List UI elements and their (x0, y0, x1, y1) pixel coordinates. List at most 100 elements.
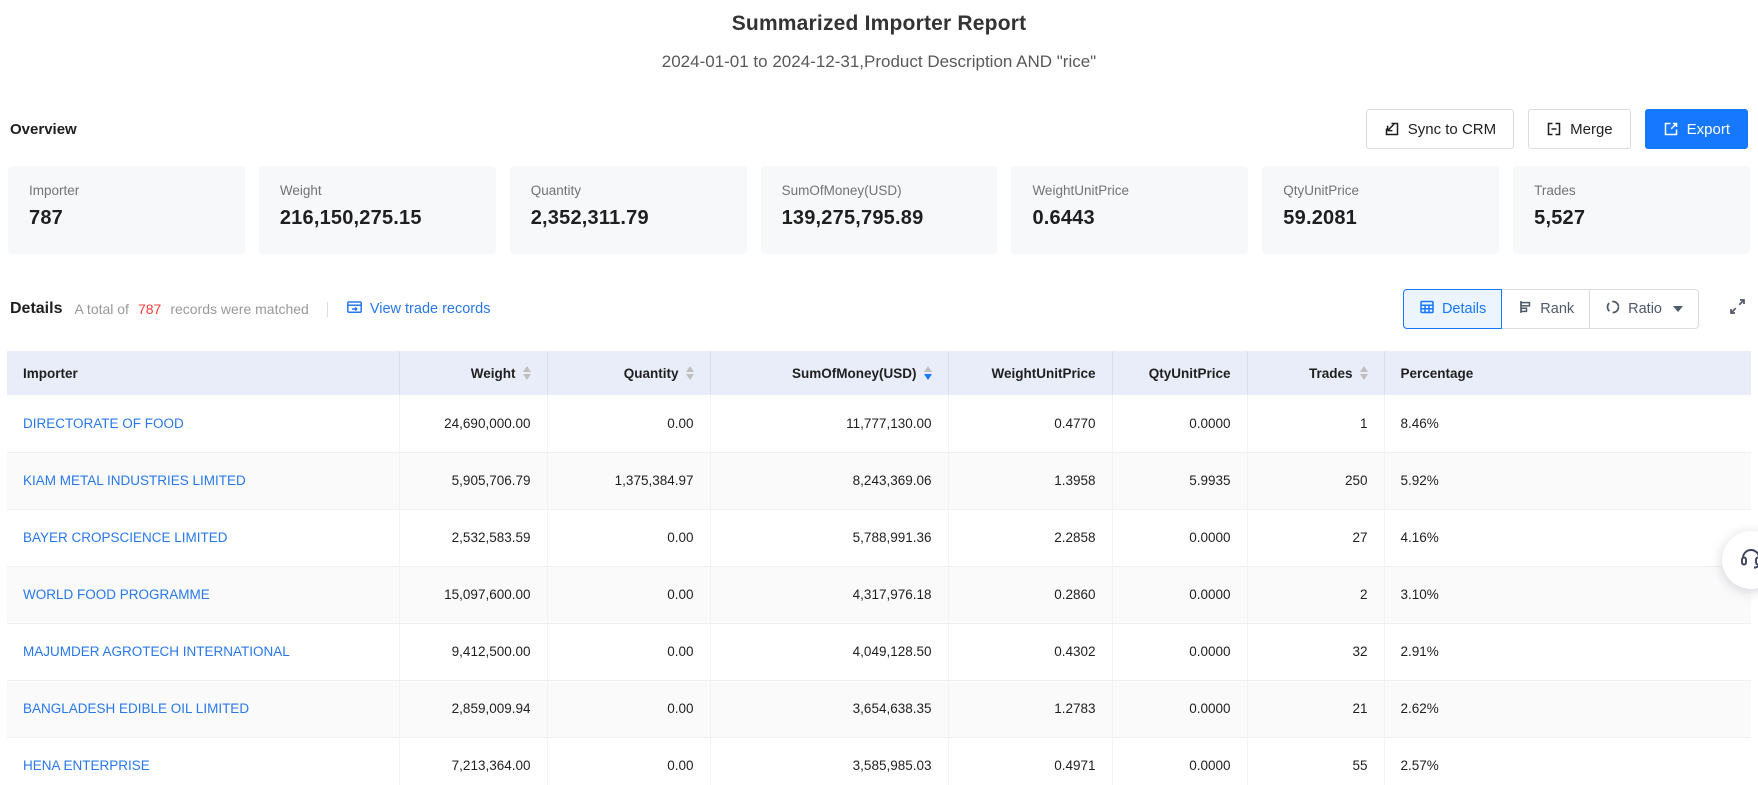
cell-percentage: 2.57% (1384, 737, 1751, 785)
export-label: Export (1687, 121, 1730, 138)
cell-quantity: 0.00 (547, 509, 710, 566)
rank-bars-icon (1517, 299, 1533, 319)
tab-details-label: Details (1442, 301, 1486, 317)
merge-icon (1546, 121, 1562, 137)
cell-importer: WORLD FOOD PROGRAMME (7, 566, 399, 623)
cell-importer: MAJUMDER AGROTECH INTERNATIONAL (7, 623, 399, 680)
cell-sum_of_money_usd: 3,654,638.35 (710, 680, 948, 737)
cell-quantity: 0.00 (547, 566, 710, 623)
importer-link[interactable]: DIRECTORATE OF FOOD (23, 416, 184, 431)
column-header-weight[interactable]: Weight (399, 351, 547, 395)
tab-ratio-label: Ratio (1628, 301, 1662, 317)
cell-weight_unit_price: 2.2858 (948, 509, 1112, 566)
column-header-percentage: Percentage (1384, 351, 1751, 395)
cell-weight: 15,097,600.00 (399, 566, 547, 623)
stat-card-trades: Trades 5,527 (1513, 166, 1750, 254)
sort-icon (523, 366, 531, 380)
table-row: KIAM METAL INDUSTRIES LIMITED 5,905,706.7… (7, 452, 1751, 509)
cell-percentage: 2.91% (1384, 623, 1751, 680)
stat-value: 139,275,795.89 (782, 207, 977, 230)
sort-icon (686, 366, 694, 380)
cell-sum_of_money_usd: 5,788,991.36 (710, 509, 948, 566)
tab-rank-label: Rank (1540, 301, 1574, 317)
export-button[interactable]: Export (1645, 109, 1748, 149)
cell-sum_of_money_usd: 3,585,985.03 (710, 737, 948, 785)
cell-importer: BAYER CROPSCIENCE LIMITED (7, 509, 399, 566)
details-heading: Details (10, 300, 62, 318)
stat-value: 5,527 (1534, 207, 1729, 230)
cell-weight: 2,532,583.59 (399, 509, 547, 566)
details-section-header: Details A total of 787 records were matc… (0, 288, 1758, 330)
view-trade-records-link[interactable]: View trade records (346, 299, 491, 320)
stat-card-weight: Weight 216,150,275.15 (259, 166, 496, 254)
divider (327, 302, 328, 317)
tab-ratio[interactable]: Ratio (1590, 289, 1699, 329)
cell-weight_unit_price: 0.4302 (948, 623, 1112, 680)
cell-trades: 2 (1247, 566, 1384, 623)
cell-weight: 5,905,706.79 (399, 452, 547, 509)
column-header-quantity[interactable]: Quantity (547, 351, 710, 395)
tab-details[interactable]: Details (1403, 289, 1502, 329)
sync-icon (1384, 121, 1400, 137)
overview-section-header: Overview Sync to CRM (0, 108, 1758, 150)
matched-count: 787 (135, 301, 164, 317)
matched-suffix: records were matched (170, 301, 309, 317)
column-header-sum-of-money[interactable]: SumOfMoney(USD) (710, 351, 948, 395)
records-matched-text: A total of 787 records were matched (74, 301, 308, 317)
cell-percentage: 8.46% (1384, 395, 1751, 452)
stat-card-qty-unit-price: QtyUnitPrice 59.2081 (1262, 166, 1499, 254)
importer-link[interactable]: KIAM METAL INDUSTRIES LIMITED (23, 473, 246, 488)
stat-value: 0.6443 (1032, 207, 1227, 230)
cell-trades: 55 (1247, 737, 1384, 785)
tab-rank[interactable]: Rank (1502, 289, 1590, 329)
overview-stat-cards: Importer 787 Weight 216,150,275.15 Quant… (0, 166, 1758, 254)
table-row: DIRECTORATE OF FOOD24,690,000.000.0011,7… (7, 395, 1751, 452)
stat-label: QtyUnitPrice (1283, 183, 1478, 198)
matched-prefix: A total of (74, 301, 128, 317)
column-header-trades[interactable]: Trades (1247, 351, 1384, 395)
importer-link[interactable]: HENA ENTERPRISE (23, 758, 150, 773)
cell-weight_unit_price: 0.2860 (948, 566, 1112, 623)
stat-label: Quantity (531, 183, 726, 198)
importer-link[interactable]: MAJUMDER AGROTECH INTERNATIONAL (23, 644, 290, 659)
importer-link[interactable]: WORLD FOOD PROGRAMME (23, 587, 210, 602)
cell-qty_unit_price: 0.0000 (1112, 509, 1247, 566)
stat-card-quantity: Quantity 2,352,311.79 (510, 166, 747, 254)
importer-table: Importer Weight Quantity SumOfMoney(USD) (7, 351, 1751, 785)
sync-to-crm-label: Sync to CRM (1408, 121, 1496, 138)
fullscreen-expand-icon (1727, 296, 1748, 322)
merge-button[interactable]: Merge (1528, 109, 1631, 149)
cell-trades: 1 (1247, 395, 1384, 452)
ratio-circle-icon (1605, 299, 1621, 319)
importer-link[interactable]: BANGLADESH EDIBLE OIL LIMITED (23, 701, 249, 716)
table-body: DIRECTORATE OF FOOD24,690,000.000.0011,7… (7, 395, 1751, 785)
table-row: BAYER CROPSCIENCE LIMITED2,532,583.590.0… (7, 509, 1751, 566)
sort-icon (1360, 366, 1368, 380)
cell-sum_of_money_usd: 11,777,130.00 (710, 395, 948, 452)
cell-weight_unit_price: 1.3958 (948, 452, 1112, 509)
stat-label: Importer (29, 183, 224, 198)
export-icon (1663, 121, 1679, 137)
cell-trades: 250 (1247, 452, 1384, 509)
cell-trades: 32 (1247, 623, 1384, 680)
cell-weight_unit_price: 1.2783 (948, 680, 1112, 737)
cell-trades: 27 (1247, 509, 1384, 566)
stat-card-weight-unit-price: WeightUnitPrice 0.6443 (1011, 166, 1248, 254)
table-row: WORLD FOOD PROGRAMME15,097,600.000.004,3… (7, 566, 1751, 623)
cell-importer: KIAM METAL INDUSTRIES LIMITED (7, 452, 399, 509)
chevron-down-icon (1673, 306, 1683, 312)
cell-qty_unit_price: 0.0000 (1112, 395, 1247, 452)
importer-link[interactable]: BAYER CROPSCIENCE LIMITED (23, 530, 228, 545)
stat-label: WeightUnitPrice (1032, 183, 1227, 198)
cell-importer: BANGLADESH EDIBLE OIL LIMITED (7, 680, 399, 737)
cell-quantity: 1,375,384.97 (547, 452, 710, 509)
cell-percentage: 4.16% (1384, 509, 1751, 566)
cell-importer: DIRECTORATE OF FOOD (7, 395, 399, 452)
cell-weight_unit_price: 0.4971 (948, 737, 1112, 785)
sync-to-crm-button[interactable]: Sync to CRM (1366, 109, 1514, 149)
cell-weight: 2,859,009.94 (399, 680, 547, 737)
importer-table-container: Importer Weight Quantity SumOfMoney(USD) (0, 351, 1758, 785)
fullscreen-button[interactable] (1727, 296, 1748, 322)
cell-importer: HENA ENTERPRISE (7, 737, 399, 785)
stat-value: 216,150,275.15 (280, 207, 475, 230)
